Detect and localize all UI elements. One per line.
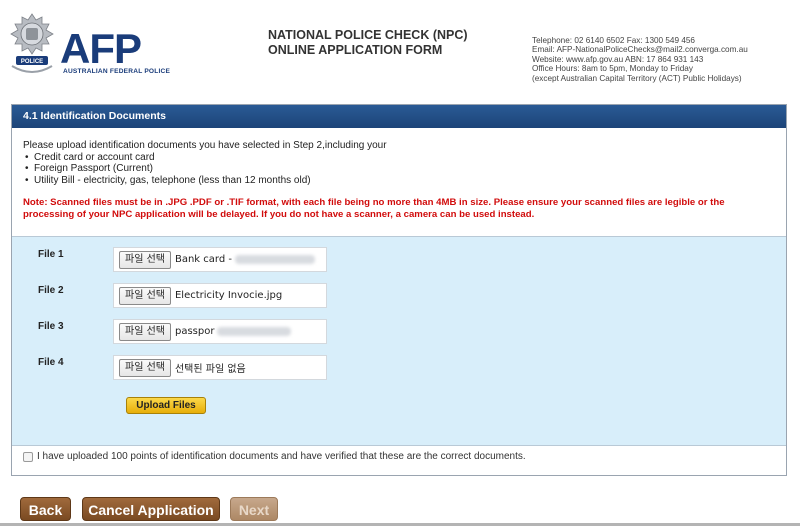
- choose-file-button[interactable]: 파일 선택: [119, 250, 171, 269]
- page-header: POLICE AFP AUSTRALIAN FEDERAL POLICE NAT…: [0, 0, 800, 100]
- list-item: Credit card or account card: [23, 152, 387, 164]
- file-name: 선택된 파일 없음: [174, 364, 246, 375]
- form-title-line-1: NATIONAL POLICE CHECK (NPC): [268, 28, 468, 42]
- file-input-3[interactable]: 파일 선택 passpor: [113, 319, 327, 344]
- identification-panel: 4.1 Identification Documents Please uplo…: [11, 104, 787, 476]
- redacted-text: [217, 327, 292, 336]
- file-label: File 1: [38, 249, 64, 260]
- file-row-4: File 4 파일 선택 선택된 파일 없음: [12, 355, 786, 381]
- form-title-line-2: ONLINE APPLICATION FORM: [268, 43, 443, 57]
- file-name: passpor: [174, 326, 215, 337]
- contact-holidays: (except Australian Capital Territory (AC…: [532, 73, 742, 83]
- list-item: Foreign Passport (Current): [23, 163, 387, 175]
- file-label: File 2: [38, 285, 64, 296]
- file-label: File 3: [38, 321, 64, 332]
- list-item: Utility Bill - electricity, gas, telepho…: [23, 175, 387, 187]
- confirm-label: I have uploaded 100 points of identifica…: [37, 451, 526, 462]
- file-input-1[interactable]: 파일 선택 Bank card -: [113, 247, 327, 272]
- afp-logo: AFP: [60, 25, 142, 72]
- intro-text: Please upload identification documents y…: [23, 140, 387, 186]
- choose-file-button[interactable]: 파일 선택: [119, 358, 171, 377]
- choose-file-button[interactable]: 파일 선택: [119, 322, 171, 341]
- choose-file-button[interactable]: 파일 선택: [119, 286, 171, 305]
- svg-text:POLICE: POLICE: [21, 59, 43, 65]
- contact-website: Website: www.afp.gov.au ABN: 17 864 931 …: [532, 54, 704, 64]
- section-title: 4.1 Identification Documents: [12, 105, 786, 128]
- contact-hours: Office Hours: 8am to 5pm, Monday to Frid…: [532, 64, 693, 74]
- format-note: Note: Scanned files must be in .JPG .PDF…: [23, 197, 725, 221]
- file-name: Electricity Invocie.jpg: [174, 290, 283, 301]
- file-row-2: File 2 파일 선택 Electricity Invocie.jpg: [12, 283, 786, 309]
- file-input-2[interactable]: 파일 선택 Electricity Invocie.jpg: [113, 283, 327, 308]
- file-input-4[interactable]: 파일 선택 선택된 파일 없음: [113, 355, 327, 380]
- form-title: NATIONAL POLICE CHECK (NPC) ONLINE APPLI…: [268, 28, 468, 58]
- redacted-text: [234, 255, 315, 264]
- contact-phone: Telephone: 02 6140 6502 Fax: 1300 549 45…: [532, 36, 695, 45]
- next-button[interactable]: Next: [230, 497, 278, 521]
- file-name: Bank card -: [174, 254, 232, 265]
- contact-info: Telephone: 02 6140 6502 Fax: 1300 549 45…: [532, 36, 748, 83]
- file-row-3: File 3 파일 선택 passpor: [12, 319, 786, 345]
- cancel-application-button[interactable]: Cancel Application: [82, 497, 220, 521]
- file-row-1: File 1 파일 선택 Bank card -: [12, 247, 786, 273]
- document-list: Credit card or account card Foreign Pass…: [23, 152, 387, 187]
- confirm-row: I have uploaded 100 points of identifica…: [23, 451, 526, 462]
- police-crest-icon: POLICE: [10, 13, 54, 73]
- file-label: File 4: [38, 357, 64, 368]
- contact-email: Email: AFP-NationalPoliceChecks@mail2.co…: [532, 45, 748, 55]
- upload-files-button[interactable]: Upload Files: [126, 397, 206, 414]
- back-button[interactable]: Back: [20, 497, 71, 521]
- file-upload-area: File 1 파일 선택 Bank card - File 2 파일 선택 El…: [12, 236, 786, 446]
- logo-subtitle: AUSTRALIAN FEDERAL POLICE: [63, 68, 171, 75]
- confirm-checkbox[interactable]: [23, 451, 33, 462]
- intro-sentence: Please upload identification documents y…: [23, 140, 387, 151]
